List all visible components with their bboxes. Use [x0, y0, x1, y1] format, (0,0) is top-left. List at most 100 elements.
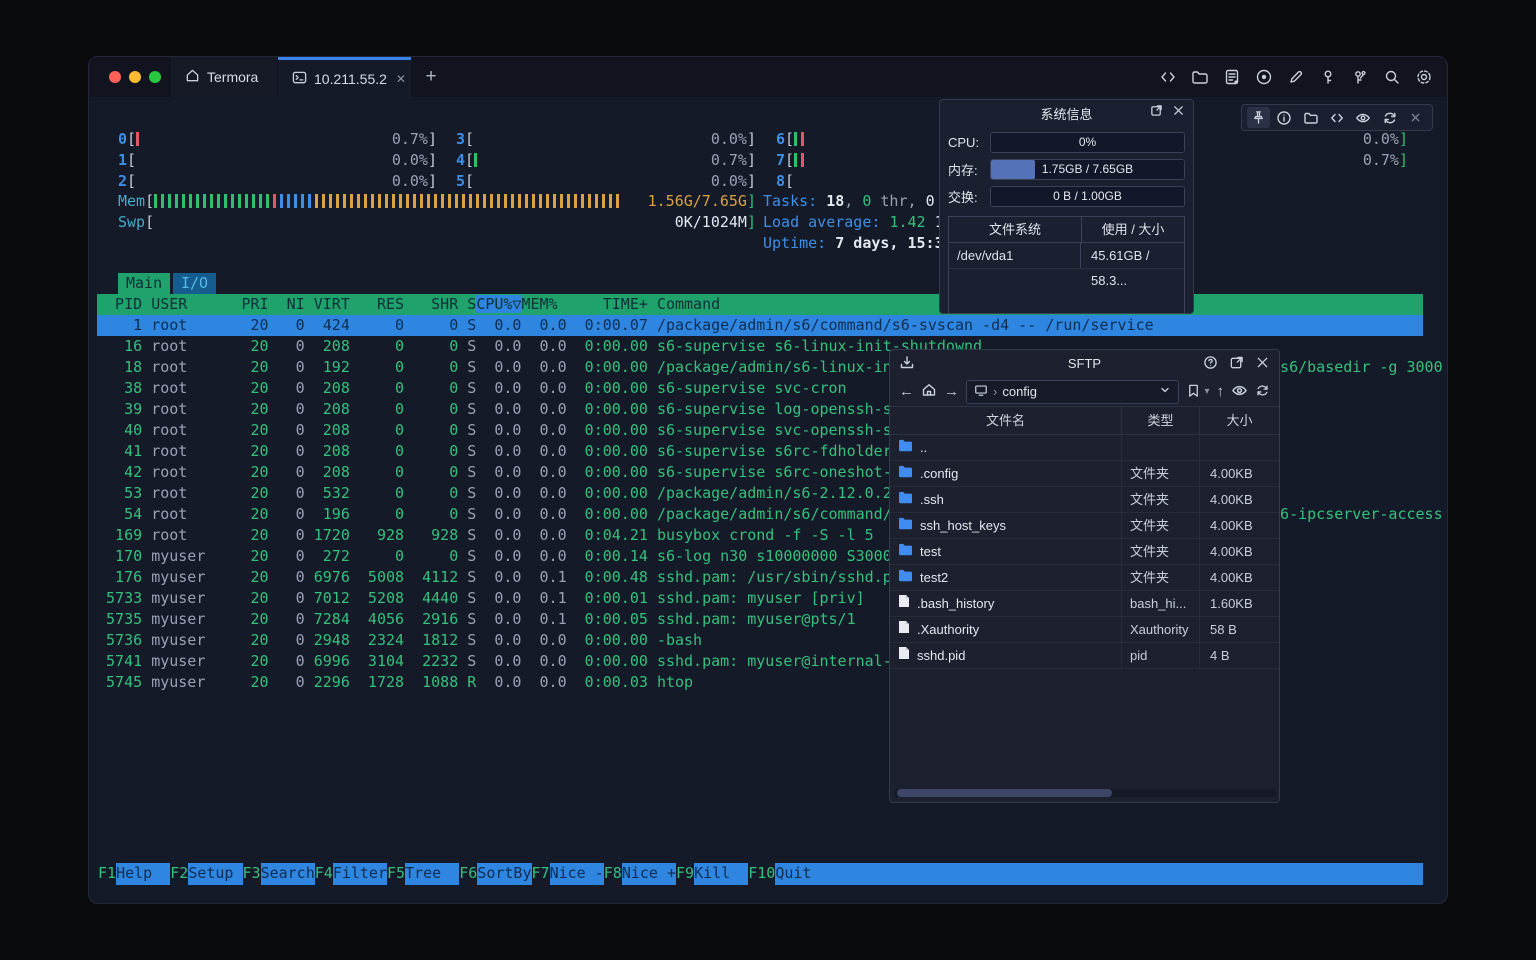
fn-key[interactable]: F6: [459, 863, 477, 885]
close-icon[interactable]: [1172, 104, 1185, 120]
breadcrumb-segment[interactable]: config: [1002, 384, 1037, 399]
fn-label[interactable]: SortBy: [477, 863, 531, 885]
code-icon[interactable]: [1158, 67, 1177, 86]
tasks-line: Tasks: 18, 0 thr, 0 k: [763, 191, 953, 212]
file-size: 4.00KB: [1200, 513, 1279, 538]
file-row[interactable]: test2文件夹4.00KB: [890, 565, 1279, 591]
fn-label[interactable]: Tree: [405, 863, 459, 885]
swap-usage-bar: 0 B / 1.00GB: [990, 186, 1185, 207]
filesystem-row[interactable]: /dev/vda1 45.61GB / 58.3...: [949, 243, 1184, 269]
fs-usage-header[interactable]: 使用 / 大小: [1082, 217, 1184, 242]
notes-icon[interactable]: [1222, 67, 1241, 86]
info-icon[interactable]: [1273, 107, 1296, 128]
column-header-name[interactable]: 文件名: [890, 407, 1122, 434]
htop-tab-io[interactable]: I/O: [173, 273, 216, 294]
bookmark-icon[interactable]: [1186, 383, 1201, 401]
fn-label[interactable]: Nice -: [550, 863, 604, 885]
file-row[interactable]: .ssh文件夹4.00KB: [890, 487, 1279, 513]
horizontal-scrollbar[interactable]: [894, 789, 1277, 797]
file-row[interactable]: ..: [890, 435, 1279, 461]
file-size: 4.00KB: [1200, 487, 1279, 512]
fs-name-header[interactable]: 文件系统: [949, 217, 1082, 242]
refresh-icon[interactable]: [1378, 107, 1401, 128]
htop-tab-main[interactable]: Main: [118, 273, 170, 294]
app-window: Termora 10.211.55.2 ✕ + 0[0.7%] 1[0.0%] …: [88, 56, 1448, 904]
fn-key[interactable]: F8: [604, 863, 622, 885]
fn-key[interactable]: F7: [532, 863, 550, 885]
close-icon[interactable]: [1404, 107, 1427, 128]
minimize-window-button[interactable]: [129, 71, 141, 83]
forward-icon[interactable]: →: [944, 383, 959, 400]
file-row[interactable]: ssh_host_keys文件夹4.00KB: [890, 513, 1279, 539]
fn-label[interactable]: Help: [116, 863, 170, 885]
fn-label[interactable]: Setup: [188, 863, 242, 885]
fn-label[interactable]: Nice +: [622, 863, 676, 885]
settings-icon[interactable]: [1414, 67, 1433, 86]
show-hidden-eye-icon[interactable]: [1231, 382, 1248, 402]
file-type: bash_hi...: [1122, 591, 1200, 616]
folder-icon: [898, 487, 913, 512]
file-row[interactable]: test文件夹4.00KB: [890, 539, 1279, 565]
mem-meter: Mem[1.56G/7.65G]: [118, 191, 756, 212]
file-row[interactable]: .config文件夹4.00KB: [890, 461, 1279, 487]
popout-icon[interactable]: [1150, 104, 1163, 120]
file-row[interactable]: .bash_historybash_hi...1.60KB: [890, 591, 1279, 617]
tab-bar: Termora 10.211.55.2 ✕ +: [89, 57, 1447, 97]
key-icon[interactable]: [1318, 67, 1337, 86]
file-name: ..: [920, 435, 927, 460]
close-window-button[interactable]: [109, 71, 121, 83]
refresh-icon[interactable]: [1255, 383, 1270, 401]
file-size: [1200, 435, 1279, 460]
pencil-icon[interactable]: [1286, 67, 1305, 86]
code-icon[interactable]: [1325, 107, 1348, 128]
file-icon: [898, 617, 910, 642]
fn-key[interactable]: F5: [387, 863, 405, 885]
swp-meter: Swp[0K/1024M]: [118, 212, 756, 233]
help-icon[interactable]: [1203, 355, 1218, 373]
close-tab-icon[interactable]: ✕: [396, 72, 406, 86]
process-table-header[interactable]: PID USER PRI NI VIRT RES SHR SCPU%▽MEM% …: [97, 294, 1423, 315]
folder-icon[interactable]: [1190, 67, 1209, 86]
close-icon[interactable]: [1255, 355, 1270, 373]
chevron-down-icon[interactable]: [1159, 384, 1171, 399]
sftp-title: SFTP: [1068, 356, 1101, 371]
fn-key[interactable]: F10: [748, 863, 775, 885]
column-header-size[interactable]: 大小: [1200, 407, 1279, 434]
upload-icon[interactable]: ↑: [1217, 383, 1225, 400]
tab-termora[interactable]: Termora: [171, 57, 277, 97]
new-tab-button[interactable]: +: [419, 65, 443, 89]
column-header-type[interactable]: 类型: [1122, 407, 1200, 434]
gpu-eye-icon[interactable]: [1352, 107, 1375, 128]
memory-usage-bar: 1.75GB / 7.65GB: [990, 159, 1185, 180]
fn-key[interactable]: F2: [170, 863, 188, 885]
fn-label[interactable]: Filter: [333, 863, 387, 885]
keychain-icon[interactable]: [1350, 67, 1369, 86]
search-icon[interactable]: [1382, 67, 1401, 86]
transfers-icon[interactable]: [899, 355, 915, 374]
fn-key[interactable]: F3: [243, 863, 261, 885]
process-row[interactable]: 1 root 20 0 424 0 0 S 0.0 0.0 0:00.07 /p…: [97, 315, 1423, 336]
scrollbar-thumb[interactable]: [897, 789, 1112, 797]
home-icon[interactable]: [921, 382, 937, 401]
folder-icon[interactable]: [1299, 107, 1322, 128]
sysinfo-panel: 系统信息 CPU: 0% 内存: 1.75GB / 7.65GB 交换: 0 B…: [939, 99, 1194, 314]
file-size: 4.00KB: [1200, 461, 1279, 486]
record-icon[interactable]: [1254, 67, 1273, 86]
fn-key[interactable]: F4: [315, 863, 333, 885]
file-name: sshd.pid: [917, 643, 965, 668]
file-row[interactable]: .XauthorityXauthority58 B: [890, 617, 1279, 643]
tab-host[interactable]: 10.211.55.2 ✕: [278, 57, 411, 97]
file-row[interactable]: sshd.pidpid4 B: [890, 643, 1279, 669]
bookmark-dropdown-icon[interactable]: ▾: [1204, 386, 1209, 397]
fn-label[interactable]: Kill: [694, 863, 748, 885]
fn-label[interactable]: Quit: [775, 863, 1423, 885]
popout-icon[interactable]: [1229, 355, 1244, 373]
path-breadcrumb[interactable]: › config: [966, 380, 1179, 404]
fn-key[interactable]: F1: [98, 863, 116, 885]
cpu-label: CPU:: [948, 135, 984, 150]
back-icon[interactable]: ←: [899, 383, 914, 400]
fn-label[interactable]: Search: [261, 863, 315, 885]
pin-icon[interactable]: [1247, 107, 1270, 128]
fn-key[interactable]: F9: [676, 863, 694, 885]
zoom-window-button[interactable]: [149, 71, 161, 83]
